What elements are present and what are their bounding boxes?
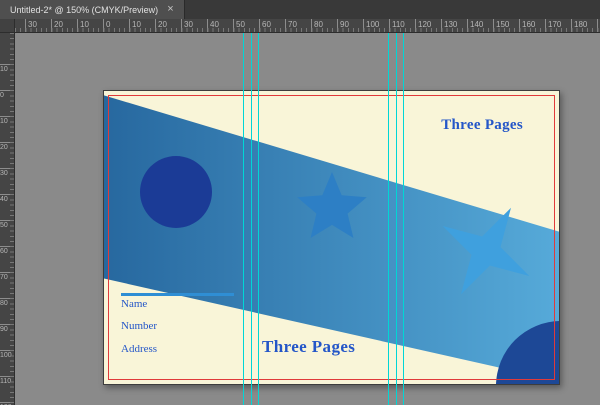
ruler-h-label: 130 <box>441 19 457 33</box>
ruler-v-label: 10 <box>0 116 14 125</box>
ruler-h-label: 50 <box>233 19 245 33</box>
ruler-h-label: 0 <box>103 19 110 33</box>
ruler-v-label: 40 <box>0 194 14 203</box>
ruler-h-label: 40 <box>207 19 219 33</box>
ruler-v-label: 30 <box>0 168 14 177</box>
guide-line[interactable] <box>396 33 397 405</box>
document-tab-bar: Untitled-2* @ 150% (CMYK/Preview) × <box>0 0 600 20</box>
ruler-h-label: 30 <box>181 19 193 33</box>
five-point-star-shape[interactable] <box>294 169 370 245</box>
ruler-v-label: 90 <box>0 324 14 333</box>
ruler-v-label: 60 <box>0 246 14 255</box>
ruler-horizontal[interactable]: 3020100102030405060708090100110120130140… <box>15 19 600 33</box>
ruler-h-label: 20 <box>51 19 63 33</box>
ruler-h-label: 120 <box>415 19 431 33</box>
ruler-h-label: 160 <box>519 19 535 33</box>
guide-line[interactable] <box>251 33 252 405</box>
ruler-v-label: 20 <box>0 142 14 151</box>
navy-circle-shape[interactable] <box>140 156 212 228</box>
ruler-h-label: 70 <box>285 19 297 33</box>
ruler-h-label: 10 <box>129 19 141 33</box>
ruler-h-label: 110 <box>389 19 405 33</box>
ruler-h-label: 80 <box>311 19 323 33</box>
ruler-h-label: 90 <box>337 19 349 33</box>
tab-close-icon[interactable]: × <box>167 4 173 15</box>
guide-line[interactable] <box>403 33 404 405</box>
illustrator-window: Untitled-2* @ 150% (CMYK/Preview) × 30 20… <box>0 0 600 405</box>
contact-underline-shape[interactable] <box>121 293 234 296</box>
ruler-v-label: 10 <box>0 64 14 73</box>
ruler-h-label: 150 <box>493 19 509 33</box>
ruler-h-label: 60 <box>259 19 271 33</box>
ruler-h-label: 100 <box>363 19 379 33</box>
artboard[interactable]: Three Pages Three Pages Name Number Addr… <box>103 90 560 385</box>
ruler-v-label: 70 <box>0 272 14 281</box>
ruler-h-label: 140 <box>467 19 483 33</box>
ruler-v-label: 0 <box>0 90 14 99</box>
guide-line[interactable] <box>243 33 244 405</box>
heading-bottom[interactable]: Three Pages <box>262 337 355 357</box>
ruler-v-label: 110 <box>0 376 14 385</box>
contact-label-address[interactable]: Address <box>121 343 157 355</box>
canvas[interactable]: Three Pages Three Pages Name Number Addr… <box>15 33 600 405</box>
heading-top-right[interactable]: Three Pages <box>441 117 523 134</box>
ruler-h-label: 20 <box>155 19 167 33</box>
ruler-h-label: 10 <box>77 19 89 33</box>
ruler-vertical[interactable]: 100102030405060708090100110120 <box>0 33 15 405</box>
ruler-v-label: 50 <box>0 220 14 229</box>
ruler-origin-corner[interactable] <box>0 19 15 33</box>
contact-label-name[interactable]: Name <box>121 298 147 310</box>
guide-line[interactable] <box>258 33 259 405</box>
ruler-h-label: 30 <box>25 19 37 33</box>
ruler-v-label: 80 <box>0 298 14 307</box>
ruler-v-label: 100 <box>0 350 14 359</box>
document-tab-title: Untitled-2* @ 150% (CMYK/Preview) <box>10 5 158 15</box>
ruler-h-label: 170 <box>545 19 561 33</box>
document-tab[interactable]: Untitled-2* @ 150% (CMYK/Preview) × <box>0 0 185 19</box>
guide-line[interactable] <box>388 33 389 405</box>
ruler-h-label: 180 <box>571 19 587 33</box>
contact-label-number[interactable]: Number <box>121 320 157 332</box>
